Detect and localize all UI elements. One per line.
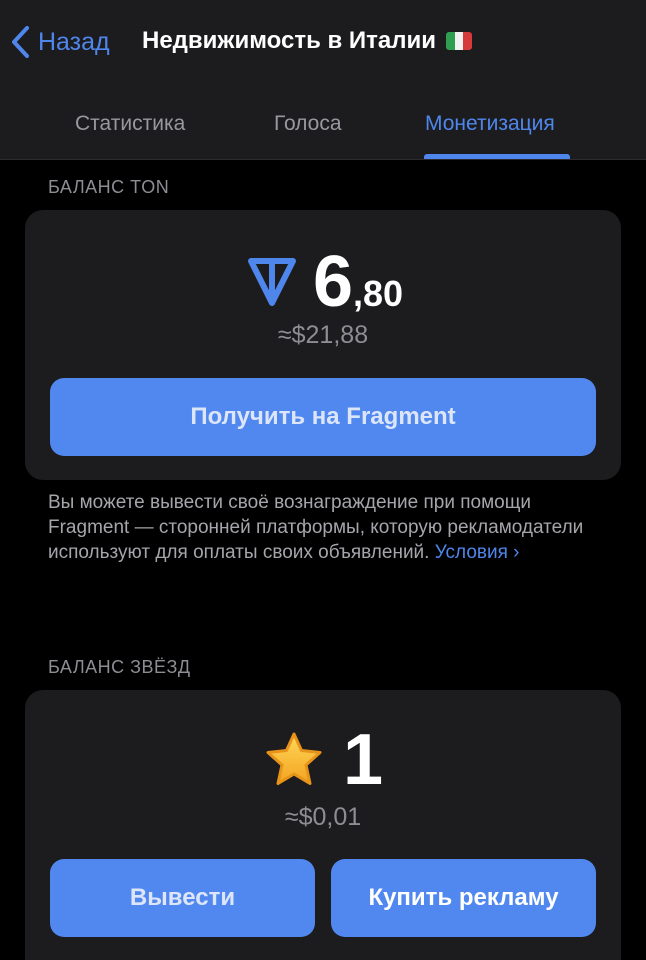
stars-balance-card: 1 ≈$0,01 Вывести Купить рекламу — [25, 690, 621, 960]
ton-balance-section-title: БАЛАНС TON — [48, 177, 170, 197]
ton-amount-integer: 6 — [312, 242, 353, 322]
tab-bar: Статистика Голоса Монетизация — [0, 100, 646, 160]
italy-flag-icon — [446, 32, 473, 50]
buy-ads-button[interactable]: Купить рекламу — [331, 859, 596, 937]
tab-monetization[interactable]: Монетизация — [425, 112, 555, 136]
stars-usd-equivalent: ≈$0,01 — [284, 803, 362, 831]
ton-usd-equivalent: ≈$21,88 — [277, 321, 369, 349]
chevron-left-icon — [12, 26, 29, 58]
ton-icon — [247, 258, 296, 306]
back-label: Назад — [38, 27, 110, 56]
star-icon — [266, 732, 322, 785]
stars-balance-section-title: БАЛАНС ЗВЁЗД — [48, 657, 191, 677]
withdraw-stars-button[interactable]: Вывести — [50, 859, 315, 937]
page-title-text: Недвижимость в Италии — [142, 27, 437, 54]
tab-statistics[interactable]: Статистика — [75, 112, 185, 136]
ton-balance-amount: 6 ,80 — [25, 246, 621, 318]
tab-votes[interactable]: Голоса — [274, 112, 342, 136]
stars-balance-amount: 1 — [25, 724, 621, 796]
active-tab-indicator — [424, 154, 570, 159]
terms-link[interactable]: Условия › — [435, 542, 520, 563]
stars-amount: 1 — [342, 720, 384, 800]
ton-amount-fraction: ,80 — [353, 273, 404, 314]
ton-balance-card: 6 ,80 ≈$21,88 Получить на Fragment — [25, 210, 621, 480]
get-on-fragment-button[interactable]: Получить на Fragment — [50, 378, 596, 456]
monetization-screen: Назад Недвижимость в Италии Статистика Г… — [0, 0, 646, 960]
ton-withdraw-description: Вы можете вывести своё вознаграждение пр… — [48, 490, 608, 565]
navigation-header: Назад Недвижимость в Италии Статистика Г… — [0, 0, 646, 160]
page-title: Недвижимость в Италии — [142, 27, 473, 55]
back-button[interactable]: Назад — [10, 22, 110, 62]
